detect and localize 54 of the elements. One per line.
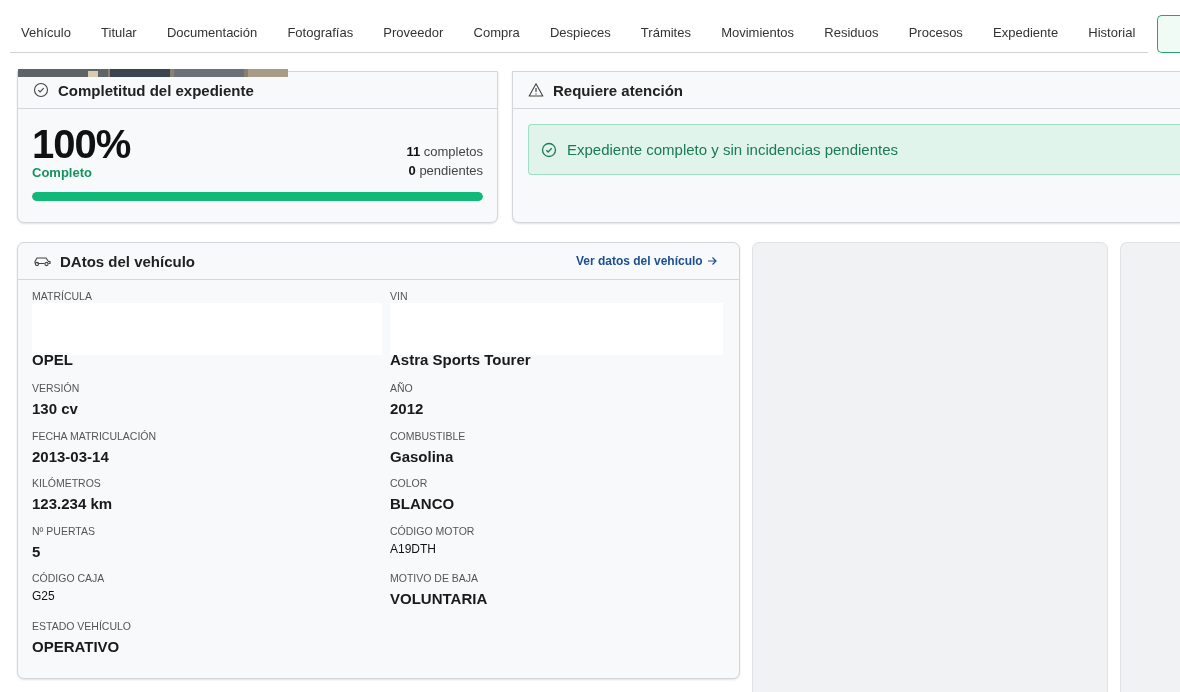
- field-value: BLANCO: [390, 495, 456, 512]
- tab[interactable]: Titular: [85, 15, 152, 52]
- tab[interactable]: Historial: [1073, 15, 1151, 52]
- field-label: MATRÍCULA: [32, 290, 93, 303]
- percent-value: 100%: [32, 124, 131, 164]
- arrow-right-icon: [706, 256, 717, 266]
- field-label: CÓDIGO CAJA: [32, 572, 106, 585]
- field-label: CÓDIGO MOTOR: [390, 524, 476, 538]
- field-value: 5: [32, 542, 42, 560]
- tab[interactable]: Fotografías: [272, 15, 369, 52]
- field-label: MOTIVO DE BAJA: [390, 572, 480, 585]
- warning-icon: [528, 82, 544, 98]
- field-value: OPEL: [32, 351, 74, 368]
- tab[interactable]: Vehículo: [10, 15, 86, 52]
- field-value: OPERATIVO: [32, 637, 121, 655]
- field-label: FECHA MATRICULACIÓN: [32, 429, 158, 443]
- tab[interactable]: Documentación: [151, 15, 273, 52]
- field-label: VIN: [390, 290, 409, 303]
- field-value: Gasolina: [390, 447, 455, 465]
- complete-count: 11 completos: [406, 143, 483, 161]
- status-label: Completo: [32, 165, 93, 180]
- pending-count: 0 pendientes: [407, 162, 483, 180]
- tab[interactable]: Movimientos: [706, 15, 810, 52]
- field-label: ESTADO VEHÍCULO: [32, 619, 132, 633]
- field-value: VOLUNTARIA: [390, 590, 489, 607]
- field-label: KILÓMETROS: [32, 477, 102, 490]
- tab[interactable]: Proveedor: [368, 15, 459, 52]
- tab[interactable]: Despieces: [534, 15, 626, 52]
- check-circle-icon: [541, 141, 557, 158]
- field-label: COLOR: [390, 477, 429, 490]
- action-button[interactable]: [1157, 15, 1180, 53]
- card-title: Requiere atención: [553, 81, 684, 99]
- field-value: G25: [32, 589, 56, 603]
- field-value: 2012: [390, 400, 425, 417]
- field-value: A19DTH: [390, 541, 437, 556]
- tab[interactable]: Procesos: [893, 15, 978, 52]
- check-circle-icon: [33, 82, 49, 98]
- card-title: DAtos del vehículo: [60, 252, 196, 270]
- card-title: Completitud del expediente: [58, 81, 254, 99]
- field-label: COMBUSTIBLE: [390, 429, 467, 443]
- vehicle-data-link[interactable]: Ver datos del vehículo: [575, 254, 717, 268]
- field-value: 130 cv: [32, 400, 79, 417]
- tab[interactable]: Residuos: [809, 15, 894, 52]
- field-value: 2013-03-14: [32, 447, 110, 465]
- field-value: Astra Sports Tourer: [390, 351, 532, 368]
- tab[interactable]: Expediente: [977, 15, 1074, 52]
- field-label: Nº PUERTAS: [32, 524, 96, 538]
- field-value: 123.234 km: [32, 495, 114, 512]
- car-icon: [33, 255, 51, 267]
- tab[interactable]: Trámites: [625, 15, 707, 52]
- field-label: VERSIÓN: [32, 382, 81, 395]
- tab[interactable]: Compra: [458, 15, 535, 52]
- field-label: AÑO: [390, 382, 414, 395]
- alert-message: Expediente completo y sin incidencias pendientes: [567, 141, 899, 158]
